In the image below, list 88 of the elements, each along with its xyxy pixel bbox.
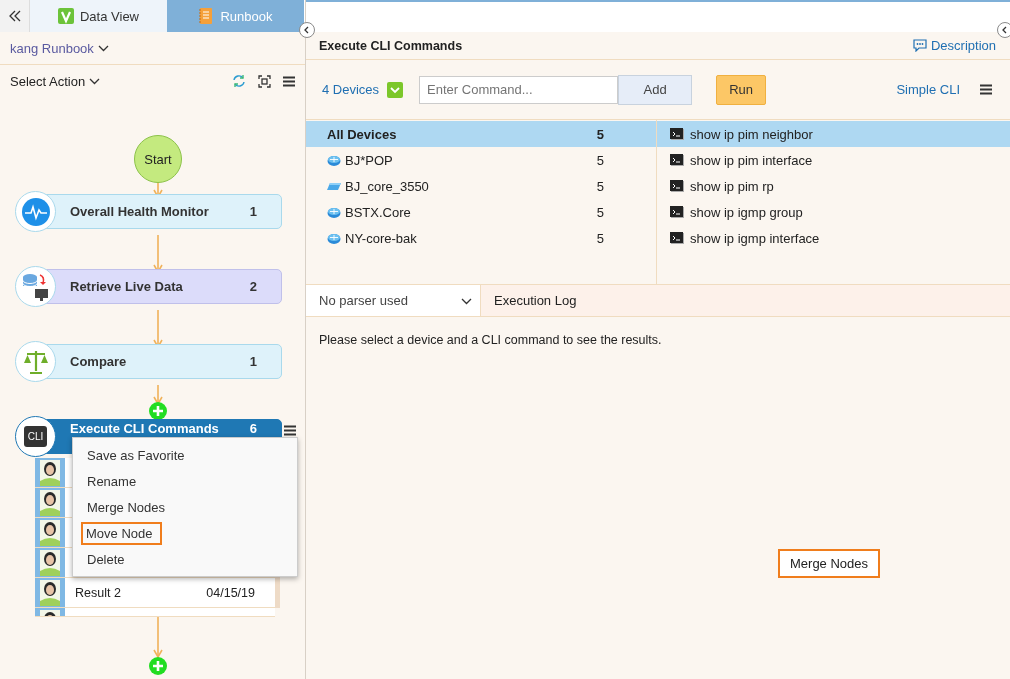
node-count: 6: [249, 421, 257, 436]
cli-label: CLI: [23, 426, 48, 447]
terminal-icon: [670, 180, 684, 192]
device-count: 5: [596, 204, 604, 220]
command-text: show ip pim interface: [690, 152, 813, 168]
command-row[interactable]: show ip pim neighbor: [657, 121, 1010, 147]
node-title: Retrieve Live Data: [70, 279, 183, 294]
command-row[interactable]: show ip pim interface: [657, 147, 1010, 173]
description-link[interactable]: Description: [912, 38, 996, 53]
add-node-icon[interactable]: [149, 657, 167, 675]
terminal-icon: [670, 232, 684, 244]
devices-link[interactable]: 4 Devices: [322, 82, 380, 97]
chevron-down-icon: [89, 77, 101, 85]
result-name: Result 2: [74, 584, 121, 602]
terminal-icon: [670, 128, 684, 140]
flow-node[interactable]: Retrieve Live Data 2: [15, 266, 282, 307]
device-row[interactable]: BJ_core_3550 5: [306, 173, 656, 199]
menu-item[interactable]: Save as Favorite: [84, 443, 188, 467]
router-icon: [327, 232, 341, 244]
node-menu-icon[interactable]: [284, 425, 296, 436]
node-title: Compare: [70, 354, 127, 369]
menu-item[interactable]: Rename: [84, 469, 140, 493]
menu-item[interactable]: Move Node: [81, 521, 163, 545]
database-to-monitor-icon: [21, 271, 50, 302]
device-row[interactable]: NY-core-bak 5: [306, 225, 656, 251]
device-name: NY-core-bak: [345, 230, 417, 246]
start-node[interactable]: Start: [134, 135, 182, 183]
node-title: Execute CLI Commands: [70, 421, 219, 436]
add-button[interactable]: Add: [618, 74, 693, 105]
tab[interactable]: Data View: [30, 0, 167, 32]
node-count: 2: [249, 279, 257, 294]
device-row[interactable]: BJ*POP 5: [306, 147, 656, 173]
command-row[interactable]: show ip igmp interface: [657, 225, 1010, 251]
notebook-icon: [198, 8, 215, 24]
results-message: Please select a device and a CLI command to see the results.: [318, 332, 663, 349]
device-name: All Devices: [327, 126, 397, 142]
device-count: 5: [596, 230, 604, 246]
command-text: show ip pim neighbor: [690, 126, 813, 142]
chevron-down-icon: [461, 296, 472, 305]
command-text: show ip igmp interface: [690, 230, 820, 246]
command-text: show ip igmp group: [690, 204, 803, 220]
command-row[interactable]: show ip pim rp: [657, 173, 1010, 199]
chevron-down-icon: [97, 44, 109, 52]
node-count: 1: [249, 354, 257, 369]
device-name: BJ*POP: [345, 152, 393, 168]
device-count: 5: [596, 126, 604, 142]
result-date: 04/15/19: [206, 584, 255, 602]
double-chevron-icon: [8, 10, 21, 22]
connector-arrow: [153, 614, 163, 659]
collapse-button[interactable]: [0, 0, 30, 32]
device-row[interactable]: BSTX.Core 5: [306, 199, 656, 225]
callout-label: Merge Nodes: [778, 549, 881, 578]
device-row[interactable]: All Devices 5: [306, 121, 656, 147]
router-icon: [327, 154, 341, 166]
menu-item[interactable]: Merge Nodes: [84, 495, 169, 519]
add-node-icon[interactable]: [149, 402, 167, 420]
chevron-down-icon: [390, 85, 401, 94]
menu-icon[interactable]: [283, 75, 295, 87]
command-row[interactable]: show ip igmp group: [657, 199, 1010, 225]
run-button[interactable]: Run: [716, 74, 767, 105]
dropdown-toggle[interactable]: [387, 81, 404, 98]
terminal-icon: [670, 206, 684, 218]
menu-icon[interactable]: [980, 84, 992, 95]
node-title: Overall Health Monitor: [70, 204, 209, 219]
refresh-icon[interactable]: [232, 74, 246, 88]
comment-icon: [912, 39, 927, 52]
flow-node[interactable]: Overall Health Monitor 1: [15, 191, 282, 232]
router-icon: [327, 206, 341, 218]
action-selector[interactable]: Select Action: [10, 73, 101, 89]
menu-item[interactable]: Delete: [84, 547, 128, 571]
device-name: BJ_core_3550: [345, 178, 429, 194]
device-name: BSTX.Core: [345, 204, 411, 220]
runbook-selector[interactable]: kang Runbook: [10, 40, 109, 56]
command-text: show ip pim rp: [690, 178, 774, 194]
fit-view-icon[interactable]: [258, 74, 271, 88]
device-count: 5: [596, 152, 604, 168]
v-logo-icon: [58, 8, 74, 24]
terminal-icon: [670, 154, 684, 166]
panel-title: Execute CLI Commands: [319, 38, 463, 53]
command-field[interactable]: Enter Command...: [419, 75, 619, 104]
node-count: 1: [249, 204, 257, 219]
switch-icon: [327, 181, 341, 191]
parser-select[interactable]: No parser used: [306, 285, 481, 316]
flow-node[interactable]: Compare 1: [15, 341, 282, 382]
device-count: 5: [596, 178, 604, 194]
heartbeat-icon: [21, 197, 50, 226]
simple-cli-link[interactable]: Simple CLI: [896, 82, 960, 97]
execution-log-tab[interactable]: Execution Log: [481, 285, 1010, 316]
